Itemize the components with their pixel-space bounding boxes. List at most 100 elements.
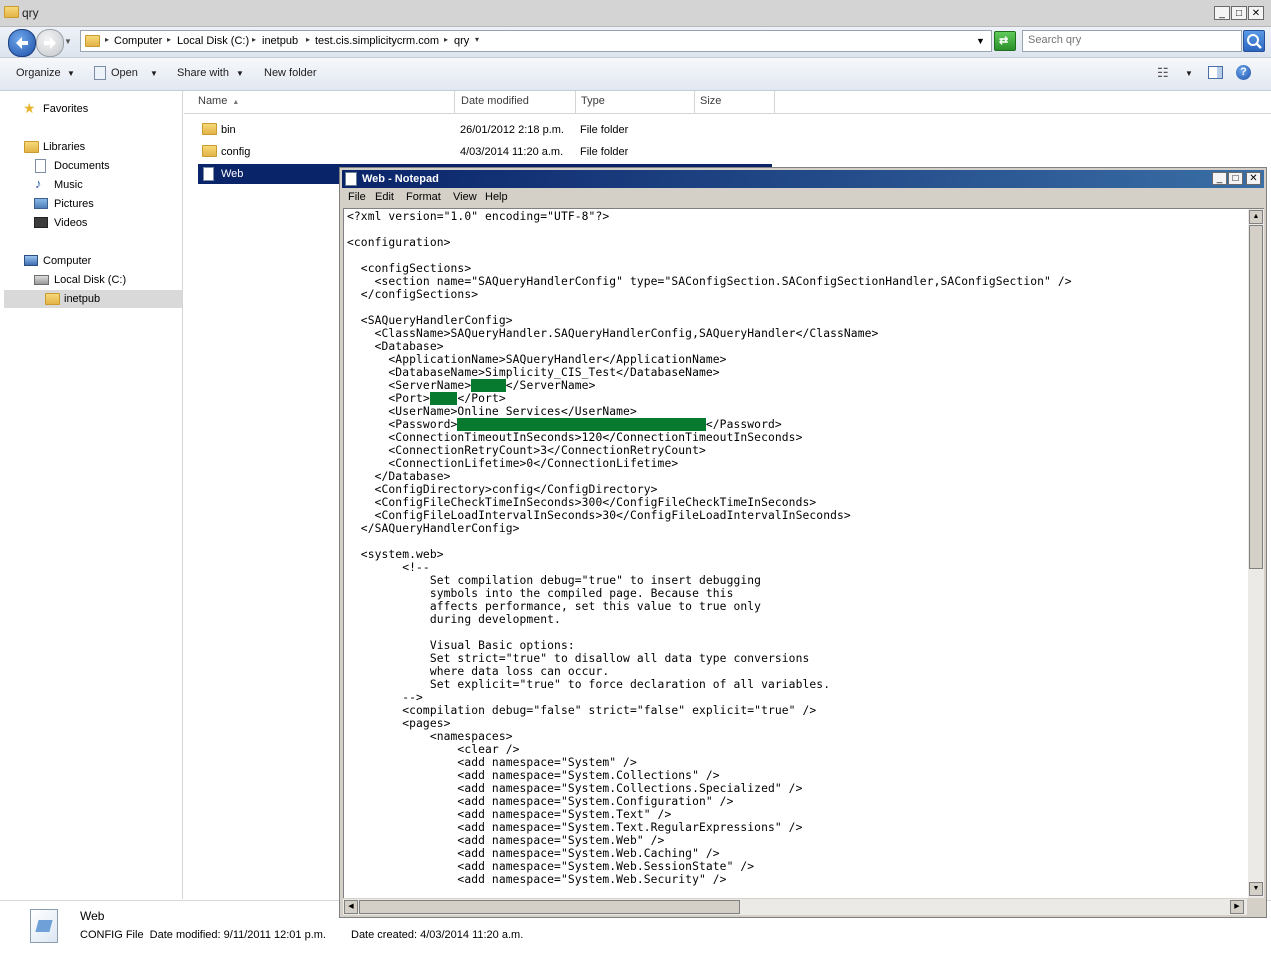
- view-options-icon[interactable]: ☷: [1157, 65, 1169, 81]
- size-grip[interactable]: [1247, 899, 1263, 915]
- breadcrumb-separator-icon[interactable]: ▸: [105, 35, 109, 44]
- horizontal-scroll-thumb[interactable]: [359, 900, 740, 914]
- refresh-button[interactable]: ⇄: [994, 31, 1016, 51]
- scroll-right-icon[interactable]: ▶: [1230, 900, 1244, 914]
- forward-button[interactable]: [36, 29, 64, 57]
- scroll-down-icon[interactable]: ▼: [1249, 882, 1263, 896]
- column-date-modified[interactable]: Date modified: [455, 91, 576, 113]
- new-folder-button[interactable]: New folder: [264, 67, 317, 79]
- menu-help[interactable]: Help: [485, 191, 508, 203]
- open-chevron-icon[interactable]: ▼: [150, 69, 158, 78]
- notepad-window[interactable]: Web - Notepad _ □ ✕ File Edit Format Vie…: [339, 167, 1267, 918]
- notepad-minimize-button[interactable]: _: [1212, 172, 1227, 185]
- nav-videos[interactable]: Videos: [4, 214, 182, 232]
- file-row[interactable]: bin 26/01/2012 2:18 p.m. File folder: [198, 120, 772, 140]
- notepad-menu-bar: File Edit Format View Help: [342, 189, 1264, 207]
- nav-local-disk[interactable]: Local Disk (C:): [4, 271, 182, 289]
- column-header: Name ▲ Date modified Type Size: [184, 91, 1271, 114]
- videos-icon: [34, 217, 48, 228]
- notepad-title: Web - Notepad: [362, 173, 439, 185]
- recent-pages-chevron-icon[interactable]: ▼: [64, 37, 72, 46]
- refresh-icon: ⇄: [999, 35, 1009, 47]
- nav-computer[interactable]: Computer: [4, 252, 182, 270]
- file-row[interactable]: config 4/03/2014 11:20 a.m. File folder: [198, 142, 772, 162]
- open-icon: [94, 66, 106, 80]
- star-icon: ★: [23, 100, 36, 116]
- vertical-scroll-thumb[interactable]: [1249, 225, 1263, 569]
- breadcrumb-computer[interactable]: Computer: [114, 35, 162, 47]
- back-button[interactable]: [8, 29, 36, 57]
- nav-inetpub[interactable]: inetpub: [4, 290, 182, 308]
- organize-button[interactable]: Organize: [16, 67, 61, 79]
- redacted-password: ------------------------------------: [457, 418, 706, 431]
- open-button[interactable]: Open: [111, 67, 138, 79]
- search-input[interactable]: [1028, 34, 1238, 46]
- menu-edit[interactable]: Edit: [375, 191, 394, 203]
- menu-view[interactable]: View: [453, 191, 477, 203]
- nav-pictures[interactable]: Pictures: [4, 195, 182, 213]
- help-icon[interactable]: ?: [1236, 65, 1251, 80]
- nav-favorites[interactable]: ★ Favorites: [4, 100, 182, 118]
- file-name: config: [221, 146, 251, 158]
- breadcrumb-qry[interactable]: qry: [454, 35, 469, 47]
- notepad-close-button[interactable]: ✕: [1246, 172, 1261, 185]
- close-button[interactable]: ✕: [1248, 6, 1264, 20]
- view-chevron-icon[interactable]: ▼: [1185, 69, 1193, 78]
- preview-pane-icon[interactable]: [1208, 66, 1223, 79]
- breadcrumb-separator-icon[interactable]: ▾: [475, 35, 479, 44]
- notepad-title-bar[interactable]: Web - Notepad _ □ ✕: [342, 170, 1264, 188]
- config-file-icon: [30, 909, 58, 943]
- search-box[interactable]: [1022, 30, 1242, 52]
- redacted-port: ----: [429, 392, 458, 405]
- breadcrumb-inetpub[interactable]: inetpub: [262, 35, 298, 47]
- back-arrow-icon: [16, 37, 28, 49]
- file-name: bin: [221, 124, 236, 136]
- organize-chevron-icon[interactable]: ▼: [67, 69, 75, 78]
- scroll-left-icon[interactable]: ◀: [344, 900, 358, 914]
- notepad-text-area[interactable]: <?xml version="1.0" encoding="UTF-8"?> <…: [343, 208, 1264, 898]
- breadcrumb-separator-icon[interactable]: ▸: [252, 35, 256, 44]
- nav-documents[interactable]: Documents: [4, 157, 182, 175]
- menu-format[interactable]: Format: [406, 191, 441, 203]
- window-title: qry: [22, 6, 39, 20]
- music-icon: ♪: [35, 176, 42, 191]
- scroll-up-icon[interactable]: ▲: [1249, 210, 1263, 224]
- details-file-name: Web: [80, 909, 105, 923]
- address-dropdown-icon[interactable]: ▼: [976, 36, 985, 46]
- breadcrumb-local-disk[interactable]: Local Disk (C:): [177, 35, 249, 47]
- notepad-icon: [345, 172, 357, 186]
- search-button[interactable]: [1243, 30, 1265, 52]
- forward-arrow-icon: [44, 37, 56, 49]
- sort-ascending-icon: ▲: [232, 99, 240, 106]
- breadcrumb-site[interactable]: test.cis.simplicitycrm.com: [315, 35, 439, 47]
- column-type[interactable]: Type: [575, 91, 695, 113]
- file-type: File folder: [580, 146, 629, 158]
- address-row: ▼ ▸ Computer ▸ Local Disk (C:) ▸ inetpub…: [0, 27, 1271, 58]
- breadcrumb-separator-icon[interactable]: ▸: [444, 35, 448, 44]
- address-bar[interactable]: ▸ Computer ▸ Local Disk (C:) ▸ inetpub ▸…: [80, 30, 992, 52]
- minimize-button[interactable]: _: [1214, 6, 1230, 20]
- share-with-button[interactable]: Share with: [177, 67, 229, 79]
- details-date-created: Date created: 4/03/2014 11:20 a.m.: [351, 929, 524, 941]
- column-size[interactable]: Size: [694, 91, 775, 113]
- explorer-title-bar[interactable]: qry _ □ ✕: [0, 0, 1271, 27]
- nav-libraries[interactable]: Libraries: [4, 138, 182, 156]
- column-name[interactable]: Name ▲: [192, 91, 455, 113]
- documents-icon: [35, 159, 46, 173]
- share-chevron-icon[interactable]: ▼: [236, 69, 244, 78]
- navigation-pane: ★ Favorites Libraries Documents ♪ Music …: [4, 91, 183, 899]
- search-icon: [1247, 34, 1262, 49]
- vertical-scrollbar[interactable]: ▲ ▼: [1248, 209, 1264, 898]
- notepad-maximize-button[interactable]: □: [1228, 172, 1243, 185]
- horizontal-scrollbar[interactable]: ◀ ▶: [343, 899, 1247, 915]
- menu-file[interactable]: File: [348, 191, 366, 203]
- nav-music[interactable]: ♪ Music: [4, 176, 182, 194]
- breadcrumb-separator-icon[interactable]: ▸: [306, 35, 310, 44]
- breadcrumb-separator-icon[interactable]: ▸: [167, 35, 171, 44]
- config-file-icon: [203, 167, 214, 181]
- redacted-server-name: -----: [471, 379, 506, 392]
- maximize-button[interactable]: □: [1231, 6, 1247, 20]
- folder-icon: [202, 123, 217, 135]
- config-text: <?xml version="1.0" encoding="UTF-8"?> <…: [347, 210, 1072, 886]
- pictures-icon: [34, 198, 48, 209]
